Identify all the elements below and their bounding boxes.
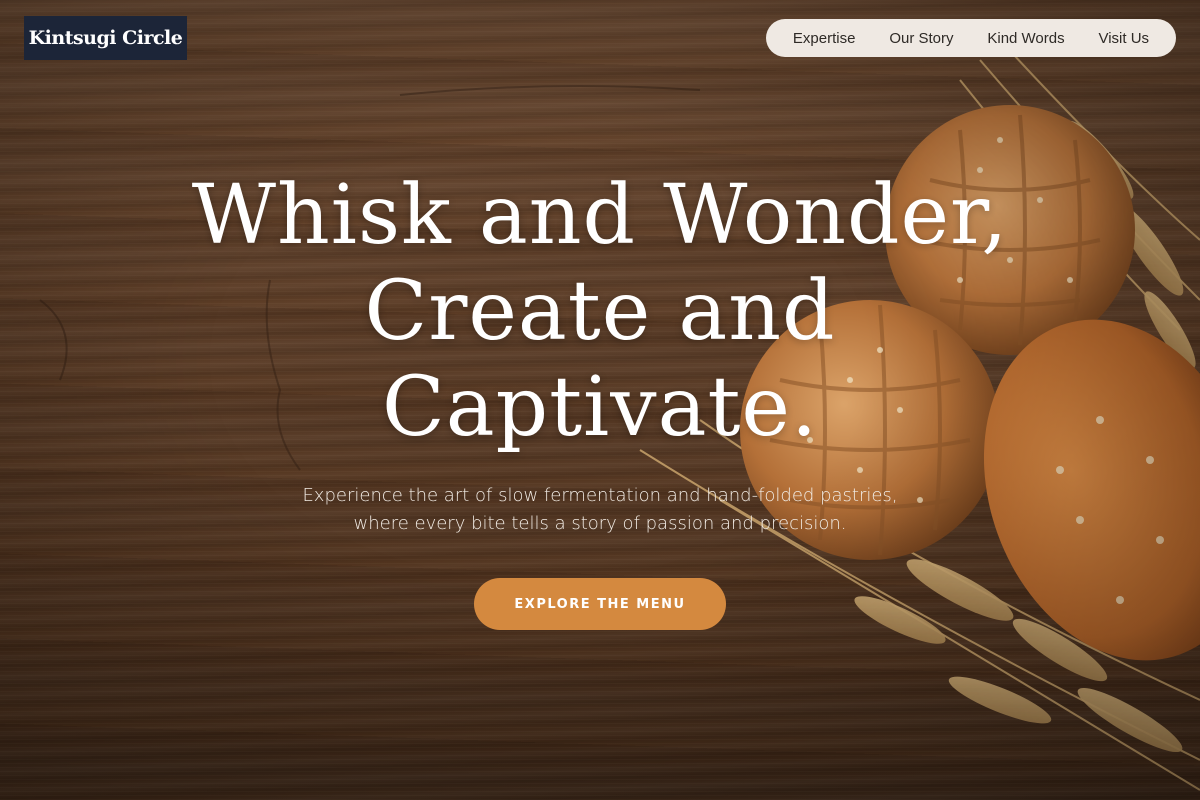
nav-item-expertise[interactable]: Expertise: [793, 30, 856, 47]
explore-menu-button-label: EXPLORE THE MENU: [514, 596, 686, 612]
hero-headline-line-1: Whisk and Wonder,: [191, 168, 1009, 263]
brand-logo[interactable]: Kintsugi Circle: [24, 16, 187, 60]
hero-section: Kintsugi Circle Expertise Our Story Kind…: [0, 0, 1200, 800]
main-nav: Expertise Our Story Kind Words Visit Us: [766, 19, 1176, 57]
nav-item-kind-words[interactable]: Kind Words: [987, 30, 1064, 47]
hero-subtext-line-2: where every bite tells a story of passio…: [353, 513, 847, 534]
brand-name: Kintsugi Circle: [28, 27, 183, 49]
hero-subtext-line-1: Experience the art of slow fermentation …: [302, 485, 898, 506]
explore-menu-button[interactable]: EXPLORE THE MENU: [474, 578, 726, 630]
hero-headline-line-3: Captivate.: [381, 360, 819, 455]
hero-headline-line-2: Create and: [364, 264, 836, 359]
hero-headline: Whisk and Wonder, Create and Captivate.: [100, 168, 1100, 456]
nav-item-visit-us[interactable]: Visit Us: [1098, 30, 1149, 47]
nav-item-our-story[interactable]: Our Story: [889, 30, 953, 47]
hero-subtext: Experience the art of slow fermentation …: [200, 482, 1000, 538]
